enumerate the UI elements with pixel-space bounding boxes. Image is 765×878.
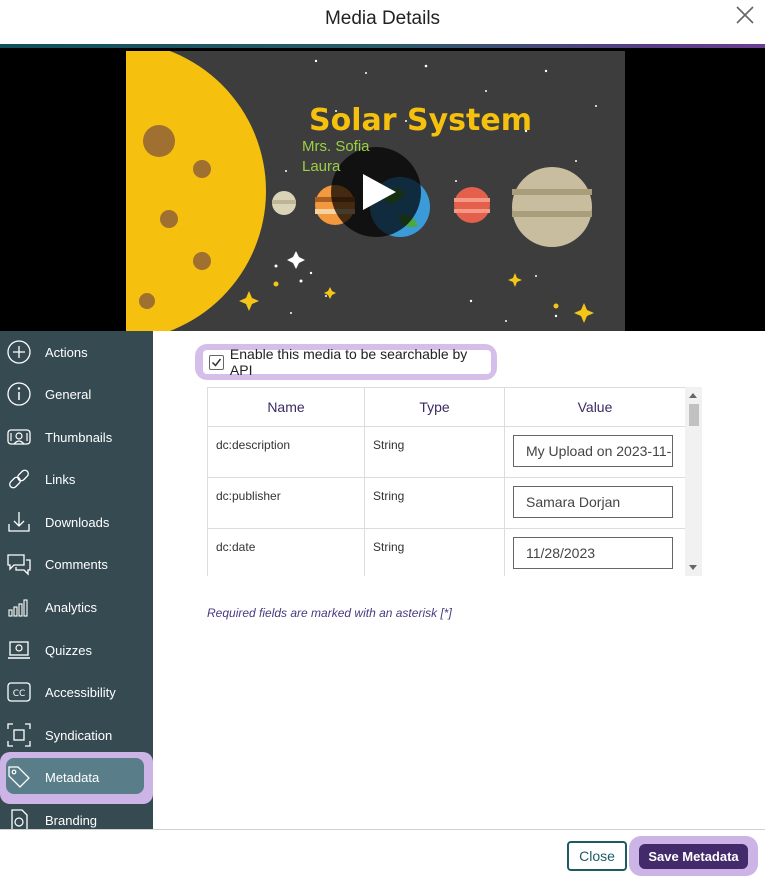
scroll-thumb[interactable]	[689, 404, 699, 426]
video-thumbnail: Solar System Mrs. Sofia Laura	[0, 41, 625, 341]
close-button[interactable]: Close	[567, 841, 627, 871]
dialog-header: Media Details	[0, 0, 765, 44]
api-checkbox[interactable]	[209, 354, 224, 370]
video-subtitle-2: Laura	[302, 158, 341, 175]
sidebar-item-links[interactable]: Links	[0, 458, 153, 500]
metadata-panel: Enable this media to be searchable by AP…	[153, 331, 765, 829]
column-header-name: Name	[207, 387, 365, 427]
table-scrollbar[interactable]	[685, 387, 702, 576]
cc-icon: CC	[5, 678, 33, 706]
date-input[interactable]: 11/28/2023	[513, 537, 673, 569]
description-input[interactable]: My Upload on 2023-11-	[513, 435, 673, 467]
api-checkbox-label: Enable this media to be searchable by AP…	[229, 346, 468, 378]
video-title: Solar System	[309, 103, 532, 138]
row-type: String	[373, 438, 405, 452]
scroll-up-arrow[interactable]	[689, 393, 697, 398]
row-type: String	[373, 540, 405, 554]
branding-icon	[5, 806, 33, 829]
dialog-footer: Close Save Metadata	[0, 829, 765, 878]
close-icon[interactable]	[735, 5, 755, 27]
quiz-icon	[5, 636, 33, 664]
sidebar-item-downloads[interactable]: Downloads	[0, 501, 153, 543]
sidebar-item-comments[interactable]: Comments	[0, 543, 153, 585]
sidebar-item-branding[interactable]: Branding	[0, 799, 153, 829]
link-icon	[5, 465, 33, 493]
publisher-input[interactable]: Samara Dorjan	[513, 486, 673, 518]
sidebar-item-syndication[interactable]: Syndication	[0, 714, 153, 756]
sidebar-item-thumbnails[interactable]: Thumbnails	[0, 416, 153, 458]
sidebar-item-label: Downloads	[45, 514, 110, 530]
column-header-type: Type	[364, 387, 505, 427]
sidebar-item-label: Metadata	[45, 769, 100, 785]
sidebar: Actions General Thumbnails Links Downloa…	[0, 331, 153, 829]
syndication-icon	[5, 721, 33, 749]
sidebar-item-analytics[interactable]: Analytics	[0, 586, 153, 628]
svg-text:CC: CC	[13, 689, 26, 699]
sidebar-item-metadata[interactable]: Metadata	[0, 756, 153, 798]
tag-icon	[5, 763, 33, 791]
table-row: dc:publisher String Samara Dorjan	[207, 477, 686, 529]
sidebar-item-label: Links	[45, 471, 76, 487]
sidebar-item-quizzes[interactable]: Quizzes	[0, 629, 153, 671]
sidebar-item-general[interactable]: General	[0, 373, 153, 415]
metadata-table: Name Type Value dc:description String My…	[207, 387, 702, 576]
row-name: dc:publisher	[216, 489, 281, 503]
scroll-down-arrow[interactable]	[689, 565, 697, 570]
sidebar-item-label: Actions	[45, 344, 88, 360]
row-type: String	[373, 489, 405, 503]
sidebar-item-label: Quizzes	[45, 642, 92, 658]
video-subtitle-1: Mrs. Sofia	[302, 138, 370, 155]
sidebar-item-label: General	[45, 386, 92, 402]
sidebar-item-label: Syndication	[45, 727, 113, 743]
sidebar-item-label: Accessibility	[45, 684, 116, 700]
plus-circle-icon	[5, 338, 33, 366]
thumbnails-icon	[5, 423, 33, 451]
table-header-row: Name Type Value	[207, 387, 686, 427]
sidebar-item-label: Thumbnails	[45, 429, 113, 445]
comments-icon	[5, 550, 33, 578]
sidebar-item-label: Comments	[45, 556, 108, 572]
table-row: dc:date String 11/28/2023	[207, 528, 686, 576]
row-name: dc:description	[216, 438, 291, 452]
sidebar-item-accessibility[interactable]: CC Accessibility	[0, 671, 153, 713]
required-fields-note: Required fields are marked with an aster…	[207, 606, 452, 620]
api-searchable-option[interactable]: Enable this media to be searchable by AP…	[203, 346, 491, 378]
column-header-value: Value	[504, 387, 686, 427]
sidebar-item-label: Branding	[45, 812, 98, 828]
save-metadata-button[interactable]: Save Metadata	[639, 844, 748, 869]
sidebar-item-actions[interactable]: Actions	[0, 331, 153, 373]
sidebar-item-label: Analytics	[45, 599, 98, 615]
dialog-title: Media Details	[324, 8, 441, 29]
download-icon	[5, 508, 33, 536]
table-row: dc:description String My Upload on 2023-…	[207, 426, 686, 478]
analytics-icon	[5, 593, 33, 621]
video-player[interactable]: Solar System Mrs. Sofia Laura	[0, 41, 765, 341]
info-icon	[5, 380, 33, 408]
row-name: dc:date	[216, 540, 256, 554]
